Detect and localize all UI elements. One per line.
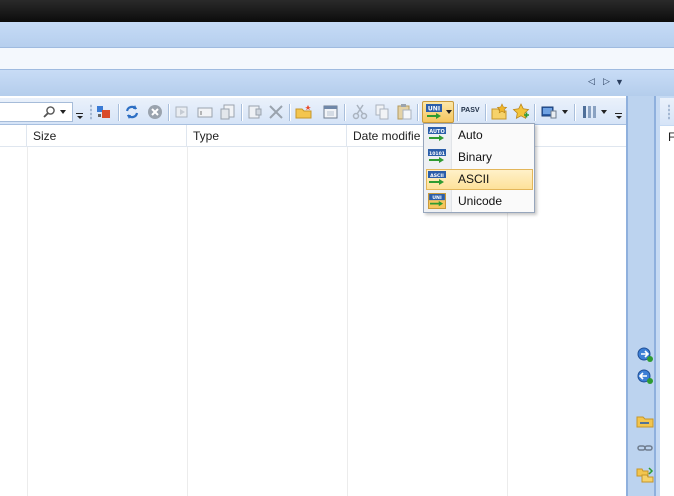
toolbar-separator <box>457 104 458 121</box>
menu-item-binary[interactable]: 10101 Binary <box>426 147 533 168</box>
transfer-left-icon[interactable] <box>636 367 654 385</box>
column-header-type[interactable]: Type <box>187 125 347 147</box>
search-dropdown-icon[interactable] <box>60 110 66 114</box>
scroll-right-icon[interactable]: ▷ <box>603 76 610 87</box>
menu-item-label: Binary <box>458 150 493 164</box>
ascii-mode-icon: ASCII <box>428 171 446 187</box>
toolbar-separator <box>241 104 242 121</box>
right-pane-column-label[interactable]: F <box>668 130 674 144</box>
toolbar-separator <box>118 104 119 121</box>
toolbar-grip[interactable] <box>668 104 670 120</box>
menu-item-label: Unicode <box>458 194 503 208</box>
toolbar-separator <box>534 104 535 121</box>
column-header-name[interactable] <box>0 125 27 147</box>
svg-text:AUTO: AUTO <box>429 129 444 135</box>
search-icon[interactable] <box>42 105 56 119</box>
toolbar-grip[interactable] <box>90 104 92 120</box>
tab-band <box>0 70 674 96</box>
compare-folders-icon[interactable] <box>636 466 654 484</box>
right-pane-file-list <box>660 147 674 496</box>
menu-item-unicode[interactable]: UNI Unicode <box>426 191 533 212</box>
svg-text:UNI: UNI <box>432 195 442 201</box>
refresh-icon[interactable] <box>123 103 141 121</box>
menu-item-ascii[interactable]: ASCII ASCII <box>426 169 533 190</box>
tab-list-dropdown-icon[interactable]: ▼ <box>615 77 624 87</box>
menu-item-label: Auto <box>458 128 483 142</box>
toolbar-separator <box>417 104 418 121</box>
right-pane-toolbar <box>660 98 674 125</box>
scroll-left-icon[interactable]: ◁ <box>588 76 595 87</box>
toolbar-separator <box>344 104 345 121</box>
column-gridline <box>187 147 188 496</box>
toolbar-overflow-icon[interactable] <box>615 113 622 119</box>
cut-icon[interactable] <box>351 103 369 121</box>
file-toolbar <box>0 98 626 125</box>
transfer-right-icon[interactable] <box>636 345 654 363</box>
svg-text:ASCII: ASCII <box>430 173 444 179</box>
ribbon-strip <box>0 22 674 48</box>
search-box[interactable] <box>0 102 73 122</box>
add-bookmark-icon[interactable] <box>490 103 508 121</box>
pasv-icon[interactable]: PASV <box>461 107 480 114</box>
menu-item-auto[interactable]: AUTO Auto <box>426 125 533 146</box>
columns-dropdown-icon[interactable] <box>601 110 607 114</box>
address-strip <box>0 48 674 70</box>
svg-text:UNI: UNI <box>428 106 440 113</box>
rename-icon[interactable] <box>196 103 214 121</box>
transfer-mode-dropdown-icon[interactable] <box>446 110 452 114</box>
paste-icon[interactable] <box>395 103 413 121</box>
link-icon[interactable] <box>636 439 654 457</box>
toolbar-separator <box>485 104 486 121</box>
transfer-mode-icon: UNI <box>426 104 442 119</box>
columns-icon[interactable] <box>580 103 598 121</box>
transfer-mode-button[interactable]: UNI <box>422 101 454 123</box>
binary-mode-icon: 10101 <box>428 149 446 165</box>
transfer-mode-menu: AUTO Auto 10101 Binary ASCII ASCII UNI U… <box>423 123 535 213</box>
column-gridline <box>27 147 28 496</box>
new-folder-icon[interactable] <box>295 103 313 121</box>
display-dropdown-icon[interactable] <box>562 110 568 114</box>
view-icon[interactable] <box>246 103 264 121</box>
column-header-size[interactable]: Size <box>27 125 187 147</box>
tab-scroll-controls: ◁ ▷ ▼ <box>588 76 628 90</box>
toolbar-overflow-icon[interactable] <box>76 113 83 119</box>
column-gridline <box>347 147 348 496</box>
display-icon[interactable] <box>540 103 558 121</box>
unicode-mode-icon: UNI <box>428 193 446 209</box>
connect-icon[interactable] <box>173 103 191 121</box>
favorites-icon[interactable] <box>512 103 530 121</box>
delete-icon[interactable] <box>267 103 285 121</box>
toolbar-separator <box>168 104 169 121</box>
toolbar-separator <box>289 104 290 121</box>
svg-text:10101: 10101 <box>429 151 445 157</box>
stop-icon[interactable] <box>146 103 164 121</box>
copy-icon[interactable] <box>373 103 391 121</box>
folder-sync-icon[interactable] <box>636 412 654 430</box>
queue-icon[interactable] <box>96 103 114 121</box>
menu-item-label: ASCII <box>458 172 490 186</box>
properties-icon[interactable] <box>219 103 237 121</box>
copy-window-icon[interactable] <box>322 103 340 121</box>
window-titlebar <box>0 0 674 22</box>
toolbar-separator <box>574 104 575 121</box>
auto-mode-icon: AUTO <box>428 127 446 143</box>
